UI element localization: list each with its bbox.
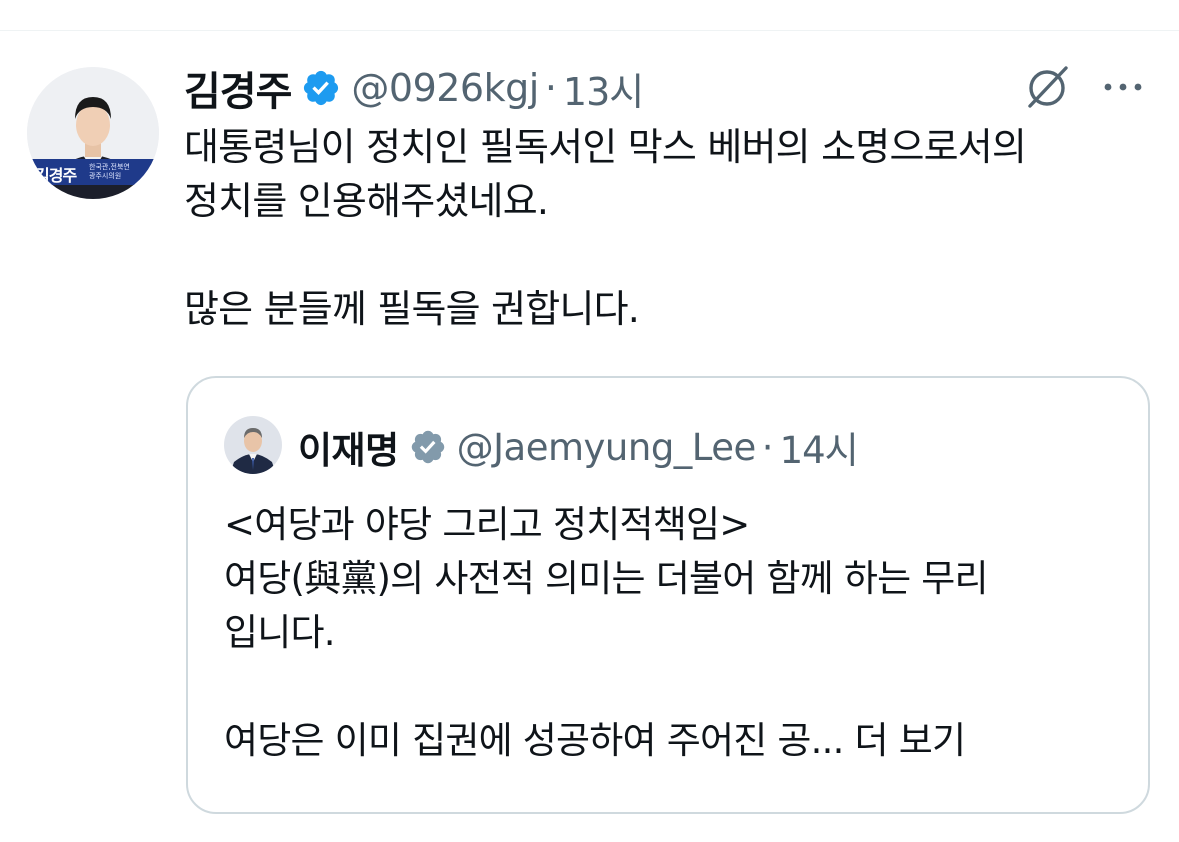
quoted-tweet-card[interactable]: 이재명 @Jaemyung_Lee · 14시 <여당과 야당 그리고 정치적책… — [186, 376, 1150, 814]
grok-icon[interactable] — [1022, 62, 1072, 112]
quoted-author-avatar[interactable] — [224, 416, 282, 474]
more-options-icon[interactable] — [1098, 70, 1148, 104]
quoted-line-2: 여당(與黨)의 사전적 의미는 더불어 함께 하는 무리 — [224, 557, 989, 600]
tweet-timestamp[interactable]: 13시 — [563, 61, 644, 116]
author-handle[interactable]: @0926kgj — [351, 66, 539, 110]
quoted-line-1: <여당과 야당 그리고 정치적책임> — [224, 503, 750, 546]
avatar-banner-sub2: 광주시의원 — [89, 172, 122, 180]
quoted-line-3: 입니다. — [224, 611, 335, 654]
avatar-banner-name: 김경주 — [35, 166, 77, 185]
quoted-tweet-header: 이재명 @Jaemyung_Lee · 14시 — [298, 418, 859, 476]
tweet-body: 대통령님이 정치인 필독서인 막스 베버의 소명으로서의 정치를 인용해주셨네요… — [184, 120, 1144, 336]
show-more-link[interactable]: 더 보기 — [855, 719, 966, 762]
top-divider — [0, 30, 1179, 31]
quoted-tweet-timestamp[interactable]: 14시 — [780, 420, 859, 474]
quoted-author-name[interactable]: 이재명 — [298, 420, 399, 474]
avatar-banner-sub: 한국관,전북연 광주시의원 — [89, 163, 130, 181]
quoted-tweet-body: <여당과 야당 그리고 정치적책임> 여당(與黨)의 사전적 의미는 더불어 함… — [224, 498, 1124, 768]
avatar-banner-sub1: 한국관,전북연 — [89, 163, 130, 171]
tweet-line-1: 대통령님이 정치인 필독서인 막스 베버의 소명으로서의 — [184, 125, 1027, 169]
author-avatar[interactable]: 김경주 한국관,전북연 광주시의원 — [27, 67, 159, 199]
quoted-line-4: 여당은 이미 집권에 성공하여 주어진 공... 더 보기 — [224, 714, 1124, 768]
quoted-header-separator: · — [761, 425, 774, 469]
author-name[interactable]: 김경주 — [184, 59, 292, 117]
tweet-line-2: 정치를 인용해주셨네요. — [184, 179, 549, 223]
quoted-author-handle[interactable]: @Jaemyung_Lee — [457, 426, 757, 469]
verified-badge-icon — [304, 70, 339, 106]
tweet-header: 김경주 @0926kgj · 13시 — [184, 58, 644, 118]
tweet-line-3: 많은 분들께 필독을 권합니다. — [184, 287, 640, 331]
quoted-line-4-text: 여당은 이미 집권에 성공하여 주어진 공... — [224, 719, 844, 762]
header-separator: · — [544, 66, 557, 110]
verified-badge-icon — [411, 430, 444, 464]
